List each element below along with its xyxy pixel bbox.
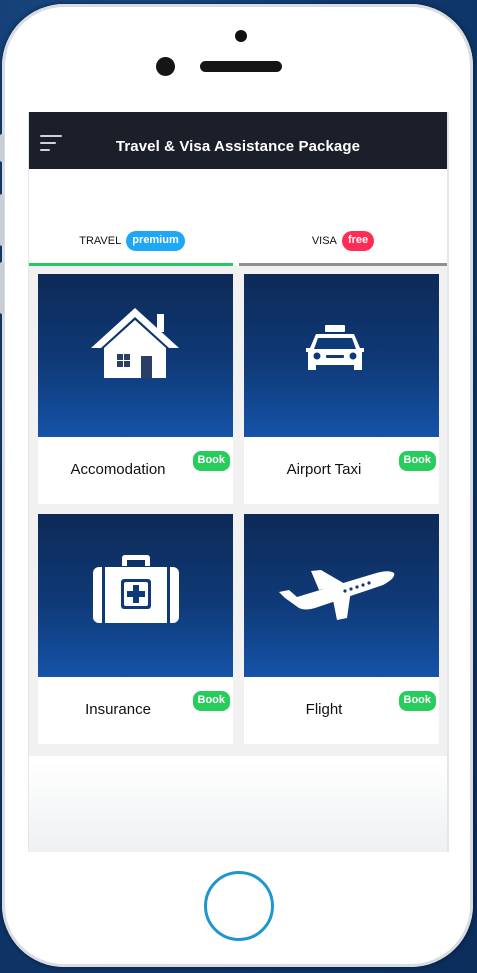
book-button[interactable]: Book xyxy=(192,451,230,471)
airplane-icon xyxy=(279,570,395,620)
volume-down-button xyxy=(0,262,4,314)
proximity-sensor xyxy=(156,57,175,76)
tab-travel[interactable]: TRAVEL premium xyxy=(29,222,235,266)
app-screen: Travel & Visa Assistance Package TRAVEL … xyxy=(28,112,449,852)
book-button[interactable]: Book xyxy=(398,691,436,711)
book-button[interactable]: Book xyxy=(398,451,436,471)
package-tabs: TRAVEL premium VISA free xyxy=(29,222,447,266)
card-image xyxy=(38,514,233,677)
front-camera xyxy=(235,30,247,42)
service-name: Accomodation xyxy=(70,461,166,478)
top-app-bar: Travel & Visa Assistance Package xyxy=(29,112,447,169)
tab-travel-label: TRAVEL xyxy=(79,235,122,247)
card-image xyxy=(244,274,439,437)
service-card-accomodation[interactable]: Accomodation Book xyxy=(38,274,233,504)
home-button[interactable] xyxy=(204,871,274,941)
book-button[interactable]: Book xyxy=(192,691,230,711)
service-name: Airport Taxi xyxy=(286,461,362,478)
volume-up-button xyxy=(0,194,4,246)
service-card-insurance[interactable]: Insurance Book xyxy=(38,514,233,744)
service-name: Insurance xyxy=(85,701,151,718)
free-badge: free xyxy=(341,231,375,251)
medical-kit-icon xyxy=(93,555,179,623)
service-card-flight[interactable]: Flight Book xyxy=(244,514,439,744)
mute-switch xyxy=(0,134,4,162)
services-grid: Accomodation Book Airport Taxi Book Insu… xyxy=(29,266,447,756)
page-title: Travel & Visa Assistance Package xyxy=(115,138,361,155)
earpiece-speaker xyxy=(200,61,282,72)
service-card-airport-taxi[interactable]: Airport Taxi Book xyxy=(244,274,439,504)
taxi-icon xyxy=(306,325,364,370)
bottom-fade xyxy=(29,762,447,852)
premium-badge: premium xyxy=(126,231,185,251)
tab-visa[interactable]: VISA free xyxy=(239,222,447,266)
house-icon xyxy=(91,308,179,378)
tab-visa-label: VISA xyxy=(311,235,337,247)
card-image xyxy=(38,274,233,437)
card-image xyxy=(244,514,439,677)
service-name: Flight xyxy=(305,701,343,718)
